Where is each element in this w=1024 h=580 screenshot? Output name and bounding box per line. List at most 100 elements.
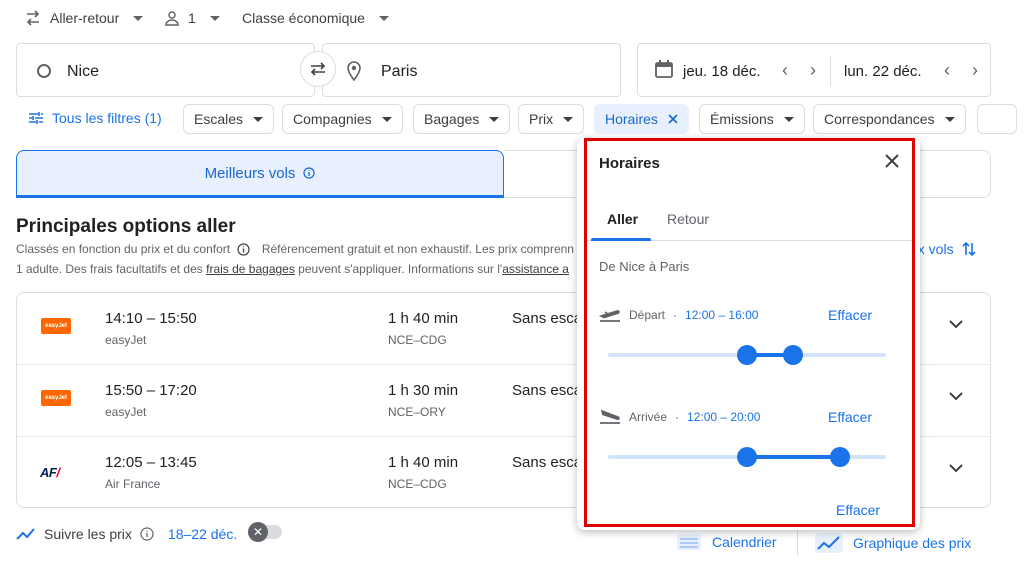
landing-icon [600,409,620,424]
flight-route: NCE–CDG [388,477,447,491]
chip-bagages[interactable]: Bagages [413,104,511,134]
passengers-select[interactable]: 1 [164,8,220,28]
price-graph-button[interactable]: Graphique des prix [815,533,971,553]
chip-escales[interactable]: Escales [183,104,275,134]
clear-departure-button[interactable]: Effacer [828,307,872,323]
info-icon[interactable] [140,527,154,541]
tab-best-flights[interactable]: Meilleurs vols [16,150,504,198]
flight-stops: Sans esca [512,310,583,327]
calendar-label: Calendrier [712,534,777,550]
chip-label: Compagnies [293,111,372,127]
takeoff-icon [599,310,620,322]
chip-more[interactable] [977,104,1017,134]
clear-arrival-button[interactable]: Effacer [828,409,872,425]
chevron-down-icon [783,116,794,122]
chevron-right-icon[interactable]: › [972,60,978,81]
arrival-end-handle[interactable] [829,447,850,467]
easyjet-logo: easyJet [41,390,71,406]
info-icon[interactable] [303,167,316,179]
track-prices-label: Suivre les prix [44,526,132,542]
chip-horaires[interactable]: Horaires [594,104,689,134]
chip-label: Correspondances [824,111,935,127]
departure-label: Départ [629,308,666,322]
chip-emissions[interactable]: Émissions [699,104,805,134]
chip-compagnies[interactable]: Compagnies [282,104,403,134]
chevron-left-icon[interactable]: ‹ [782,60,788,81]
disclaimer-text: Référencement gratuit et non exhaustif. … [261,242,574,256]
arrival-slider-track[interactable] [608,447,886,467]
depart-date-value[interactable]: jeu. 18 déc. [683,63,761,80]
fees-text-2: peuvent s'appliquer. Informations sur l' [294,262,503,276]
track-dates: 18–22 déc. [167,526,238,542]
calendar-button[interactable]: Calendrier [676,533,777,551]
swap-button[interactable] [300,51,336,87]
flight-airline: easyJet [105,405,147,419]
arrival-label: Arrivée [629,410,668,424]
flight-times: 12:05 – 13:45 [105,454,197,471]
close-icon[interactable] [882,151,902,171]
departure-start-handle[interactable] [737,345,757,365]
chip-correspondances[interactable]: Correspondances [813,104,966,134]
chevron-down-icon[interactable] [949,391,963,401]
swap-arrows-icon [310,62,326,76]
ranking-text: Classés en fonction du prix et du confor… [16,242,231,256]
origin-circle-icon [37,64,51,78]
price-graph-label: Graphique des prix [853,535,972,551]
results-title: Principales options aller [16,216,236,237]
chevron-down-icon [944,116,955,122]
flight-duration: 1 h 40 min [388,454,459,471]
arrival-start-handle[interactable] [737,447,757,467]
origin-field[interactable]: Nice [16,43,315,97]
results-info-line1: Classés en fonction du prix et du confor… [16,242,576,256]
flight-duration: 1 h 30 min [388,382,459,399]
air-france-logo: AF/ [40,465,60,480]
chevron-down-icon [209,15,220,21]
chevron-right-icon[interactable]: › [810,60,816,81]
departure-slider-label: Départ · 12:00 – 16:00 [599,307,758,323]
departure-range: 12:00 – 16:00 [685,308,759,322]
chip-label: Horaires [605,111,658,127]
flight-times: 15:50 – 17:20 [105,382,197,399]
passengers-count: 1 [188,10,196,26]
swap-arrows-icon [26,10,40,26]
tab-return[interactable]: Retour [667,211,709,227]
air-france-logo-text: AF [40,465,57,480]
arrival-slider-fill [747,455,840,459]
person-icon [165,11,179,26]
trip-type-select[interactable]: Aller-retour [24,8,144,28]
track-prices: Suivre les prix 18–22 déc. [16,526,237,542]
all-filters-button[interactable]: Tous les filtres (1) [28,110,162,126]
destination-field[interactable]: Paris [322,43,621,97]
return-date-value[interactable]: lun. 22 déc. [844,63,922,80]
assistance-link[interactable]: assistance a [502,262,569,276]
chevron-down-icon[interactable] [949,463,963,473]
chevron-down-icon[interactable] [949,319,963,329]
tab-indicator [591,238,651,241]
close-icon[interactable]: ✕ [248,522,268,542]
chart-icon [815,533,843,553]
fees-text: 1 adulte. Des frais facultatifs et des [16,262,207,276]
clear-all-button[interactable]: Effacer [836,502,880,518]
trip-type-label: Aller-retour [50,10,120,26]
tab-best-flights-label: Meilleurs vols [204,164,296,182]
flight-stops: Sans esca [512,382,583,399]
footer-divider [797,528,798,556]
chip-label: Bagages [424,111,480,127]
calendar-grid-icon [677,534,701,550]
chip-label: Prix [529,111,554,127]
destination-value: Paris [381,63,418,80]
chevron-down-icon [378,15,389,21]
tab-outbound[interactable]: Aller [607,211,638,227]
chip-prix[interactable]: Prix [518,104,585,134]
cabin-class-select[interactable]: Classe économique [242,8,389,28]
close-icon[interactable] [668,114,678,124]
baggage-fees-link[interactable]: frais de bagages [206,262,295,276]
flight-stops: Sans esca [512,454,583,471]
chip-label: Émissions [710,111,774,127]
chevron-down-icon [133,15,144,21]
departure-slider-track[interactable] [608,345,886,365]
chevron-down-icon [489,116,500,122]
chevron-left-icon[interactable]: ‹ [944,60,950,81]
dates-field[interactable]: jeu. 18 déc. ‹ › lun. 22 déc. ‹ › [637,43,991,97]
info-icon[interactable] [237,243,251,256]
